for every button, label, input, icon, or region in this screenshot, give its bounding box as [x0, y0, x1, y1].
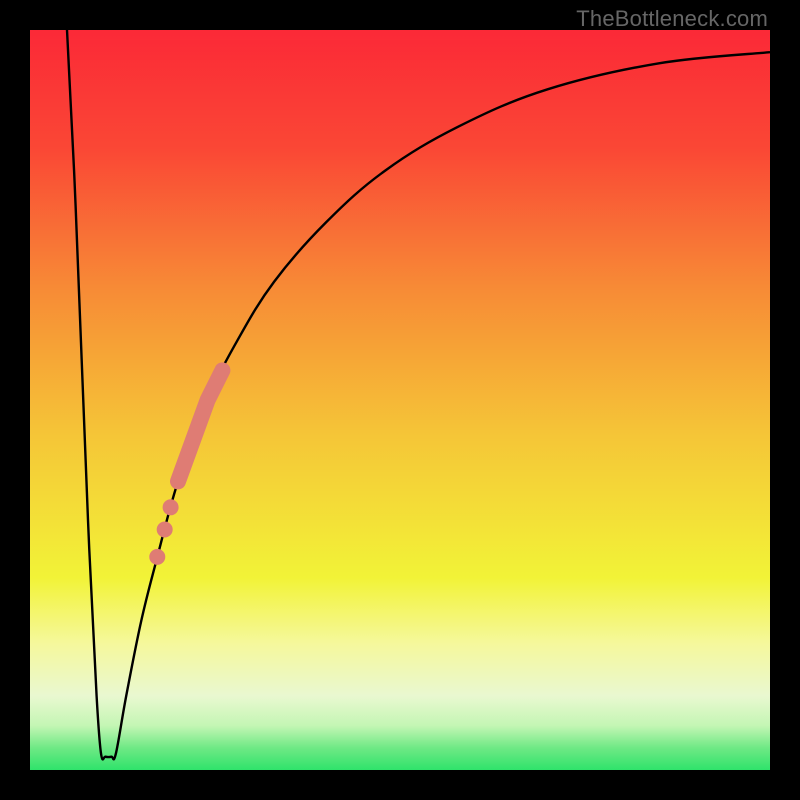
bottleneck-curve [67, 30, 770, 759]
highlight-dots [149, 499, 178, 565]
highlight-dot [163, 499, 179, 515]
highlight-band [178, 370, 222, 481]
chart-curve-layer [30, 30, 770, 770]
highlight-dot [157, 522, 173, 538]
highlight-dot [149, 549, 165, 565]
plot-area [30, 30, 770, 770]
watermark-text: TheBottleneck.com [576, 6, 768, 32]
chart-frame: TheBottleneck.com [0, 0, 800, 800]
